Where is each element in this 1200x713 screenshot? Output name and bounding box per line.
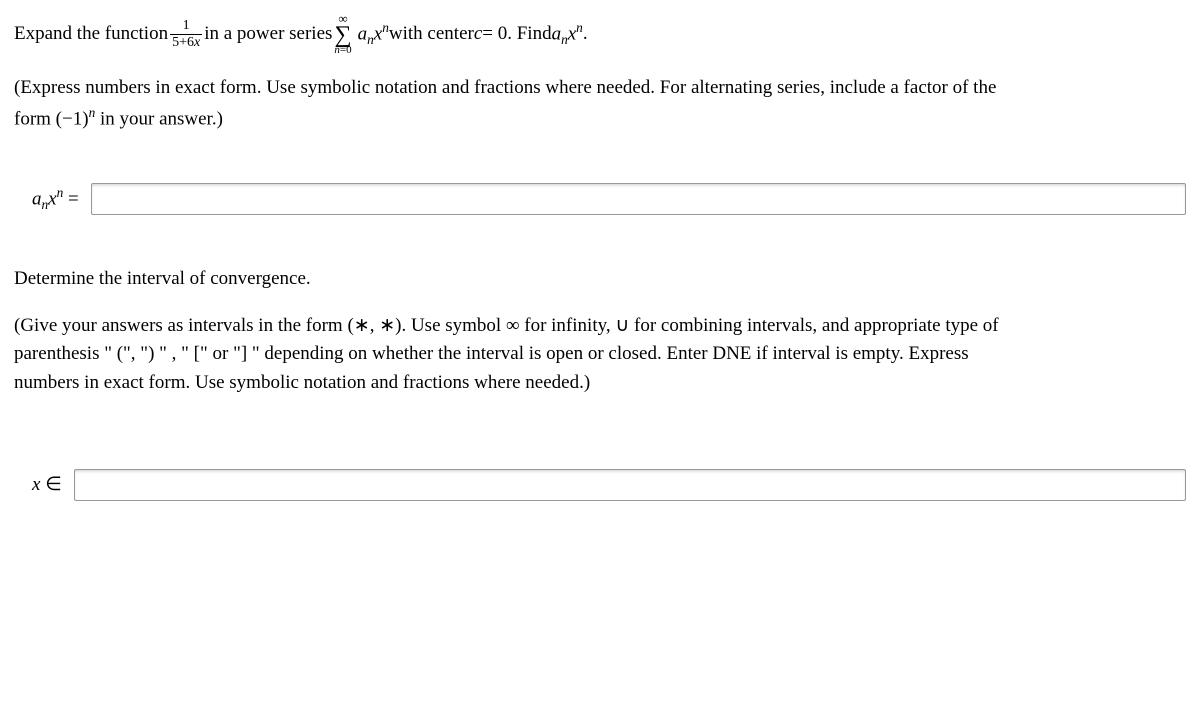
question-2: Determine the interval of convergence. xyxy=(14,265,1186,294)
answer-1-input[interactable] xyxy=(91,183,1186,215)
series-term: anxn xyxy=(358,18,389,50)
q1-mid1: in a power series xyxy=(204,20,332,49)
question-1: Expand the function 1 5+6x in a power se… xyxy=(14,12,1186,56)
hint2-line2: parenthesis " (", ") " , " [" or "] " de… xyxy=(14,340,1186,369)
summation: ∞ ∑ n=0 xyxy=(334,12,351,56)
sigma-lower: n=0 xyxy=(334,45,351,56)
hint2-line3: numbers in exact form. Use symbolic nota… xyxy=(14,369,1186,398)
q1-prefix: Expand the function xyxy=(14,20,168,49)
answer-2-input[interactable] xyxy=(74,469,1186,501)
hint1-line2: form (−1)n in your answer.) xyxy=(14,103,1186,134)
hint-1: (Express numbers in exact form. Use symb… xyxy=(14,74,1186,133)
answer-2-row: x ∈ xyxy=(32,469,1186,501)
q1-mid2: with center xyxy=(389,20,474,49)
answer-1-label: anxn = xyxy=(32,183,79,215)
hint-2: (Give your answers as intervals in the f… xyxy=(14,312,1186,398)
denominator: 5+6x xyxy=(170,34,202,50)
find-term: anxn xyxy=(552,18,583,50)
numerator: 1 xyxy=(181,18,192,33)
answer-1-row: anxn = xyxy=(32,183,1186,215)
hint1-line1: (Express numbers in exact form. Use symb… xyxy=(14,74,1186,103)
answer-2-label: x ∈ xyxy=(32,471,62,500)
hint2-line1: (Give your answers as intervals in the f… xyxy=(14,312,1186,341)
fraction: 1 5+6x xyxy=(170,18,202,50)
